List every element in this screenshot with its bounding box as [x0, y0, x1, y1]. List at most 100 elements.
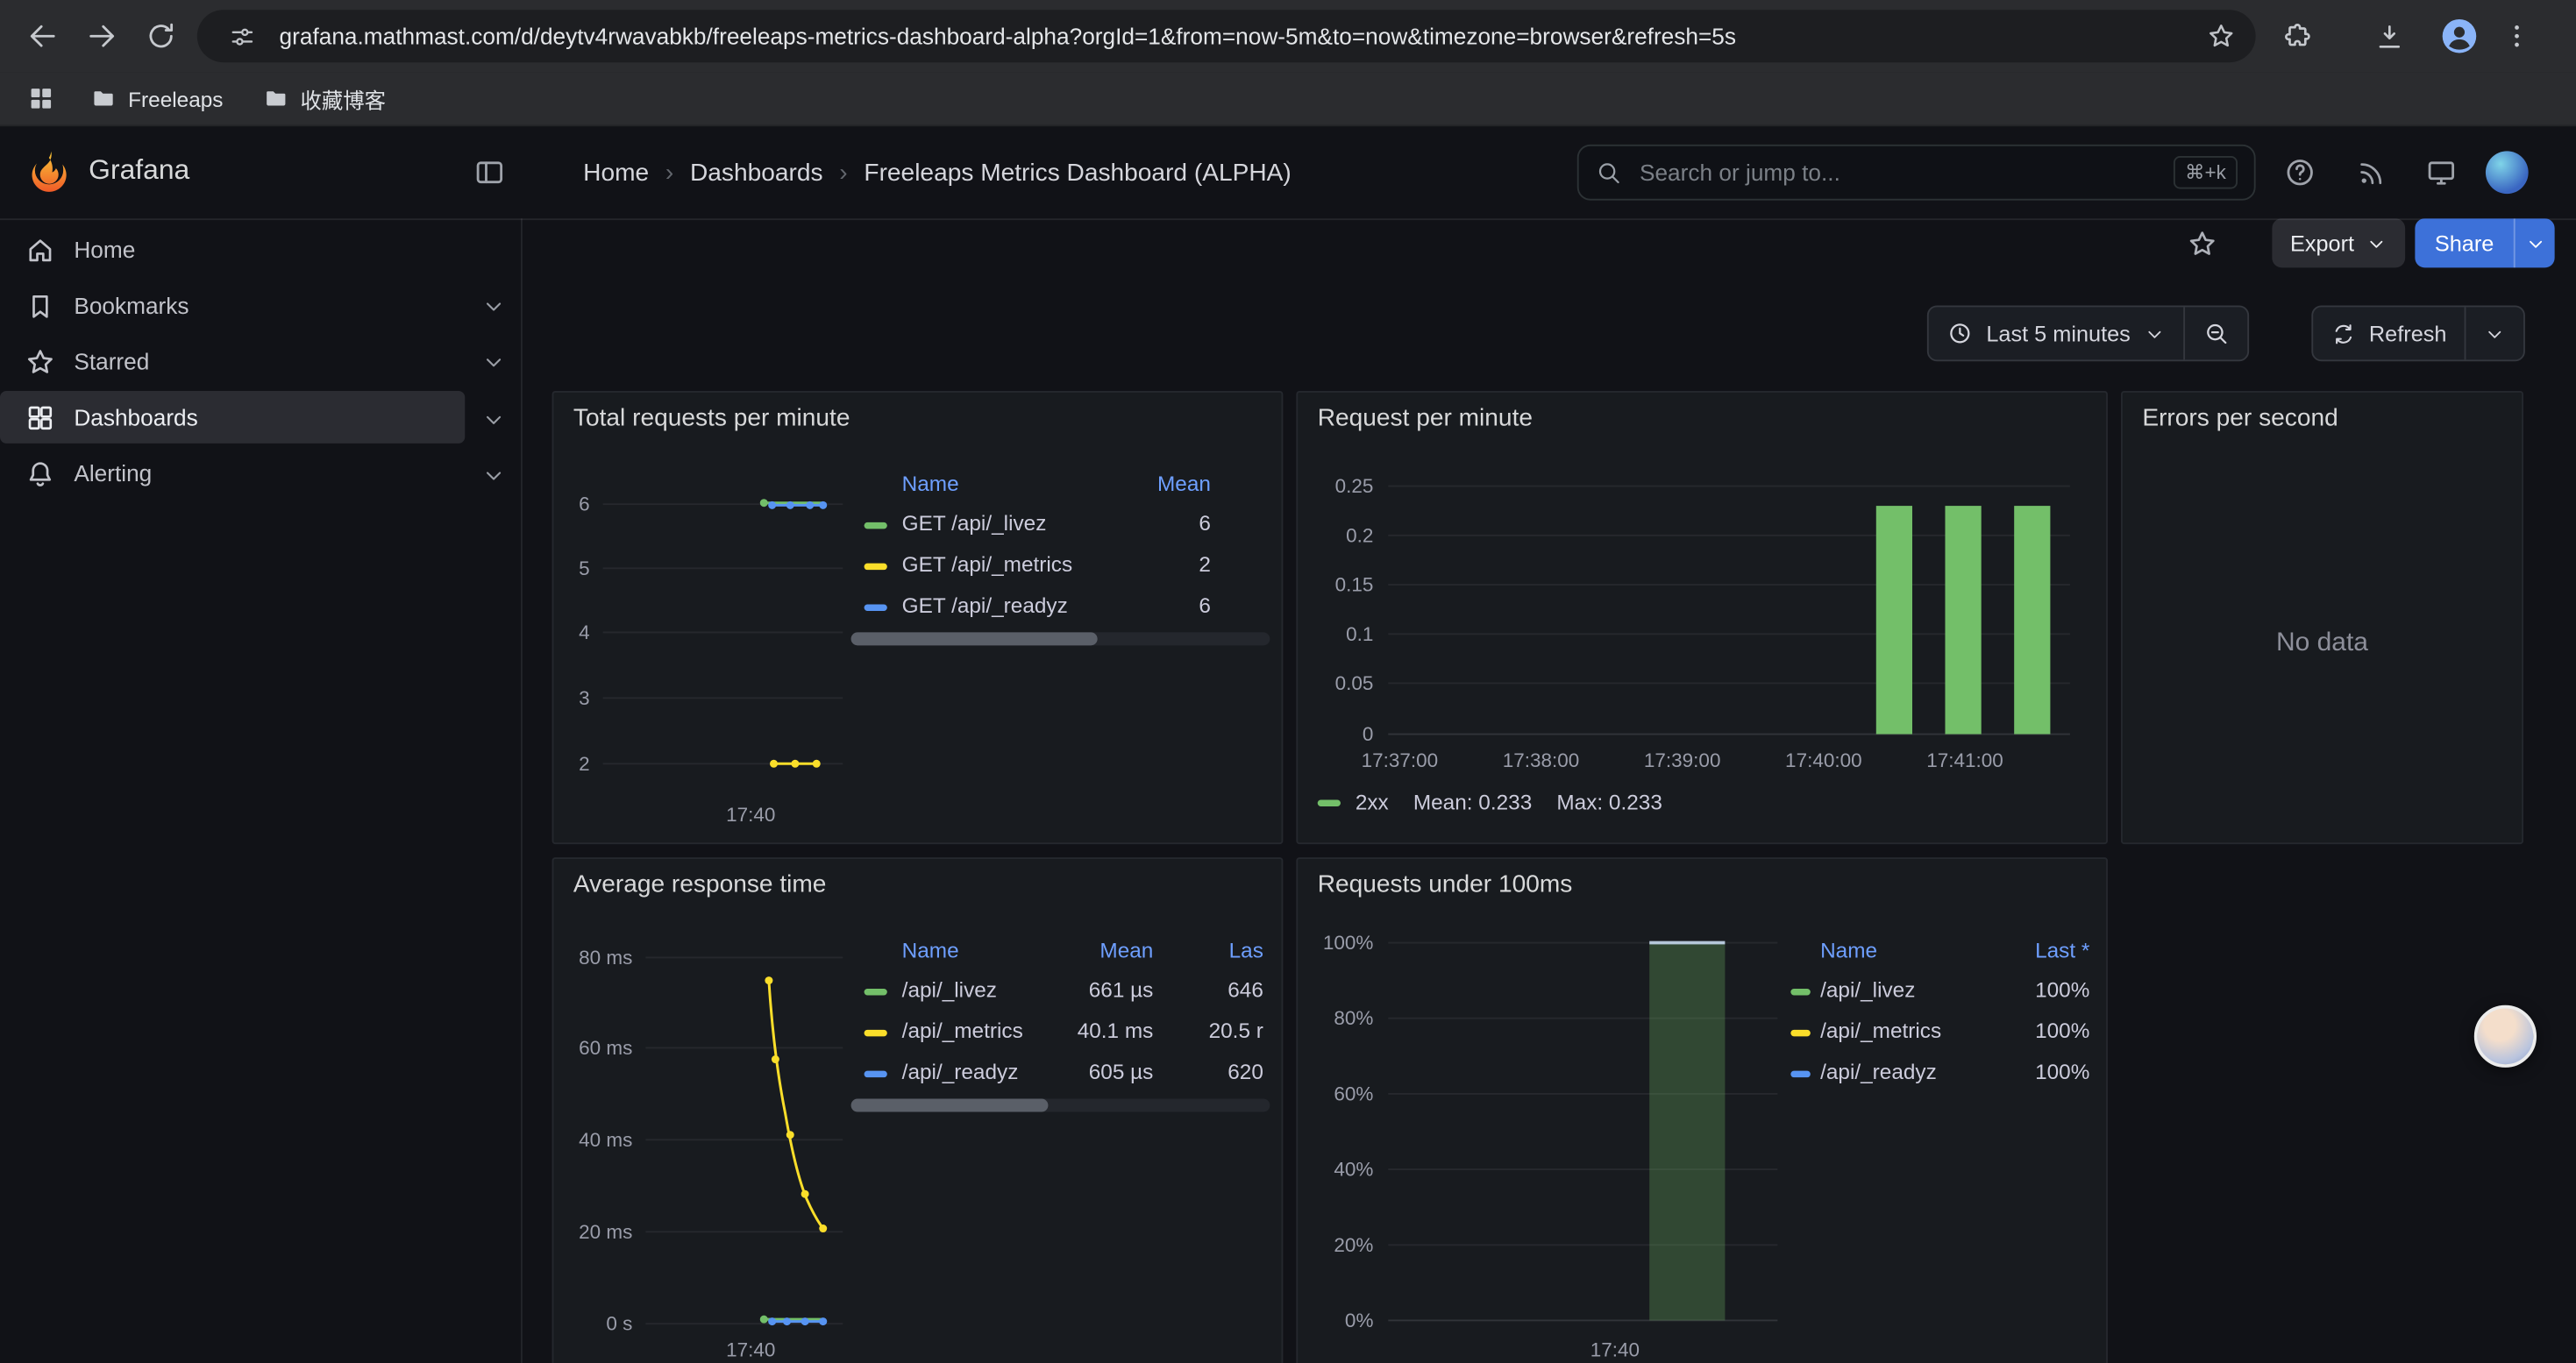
search-input[interactable] — [1636, 158, 2159, 188]
refresh-group: Refresh — [2311, 306, 2525, 362]
dashboards-grid-icon — [25, 401, 56, 433]
panel-errors-per-second: Errors per second No data — [2121, 391, 2523, 844]
series-swatch[interactable] — [865, 989, 887, 995]
series-swatch[interactable] — [1790, 1030, 1810, 1036]
back-button[interactable] — [13, 6, 72, 65]
refresh-button[interactable]: Refresh — [2313, 307, 2465, 359]
share-label: Share — [2435, 231, 2494, 255]
series-name[interactable]: 2xx — [1356, 790, 1389, 814]
breadcrumb-separator: › — [839, 159, 847, 187]
grafana-app: Grafana Home › Dashboards › Freeleaps Me… — [0, 126, 2576, 1363]
bookmark-icon — [25, 290, 56, 322]
chevron-down-icon[interactable] — [473, 399, 513, 438]
panel-title[interactable]: Errors per second — [2142, 404, 2338, 432]
panel-total-requests: Total requests per minute 6 5 4 3 2 17:4… — [552, 391, 1284, 844]
bookmarks-bar: Freeleaps 收藏博客 — [0, 72, 2576, 126]
bar-chart[interactable] — [1298, 393, 2110, 846]
export-label: Export — [2290, 231, 2354, 255]
series-name[interactable]: GET /api/_readyz — [902, 593, 1068, 617]
series-name[interactable]: GET /api/_metrics — [902, 552, 1072, 577]
sidebar-item-label: Starred — [74, 348, 149, 374]
search-box[interactable]: ⌘+k — [1577, 145, 2256, 201]
sidebar-toggle-icon[interactable] — [463, 146, 516, 199]
downloads-icon[interactable] — [2364, 11, 2413, 60]
chevron-down-icon[interactable] — [473, 342, 513, 381]
series-swatch[interactable] — [1318, 799, 1341, 806]
series-mean: 40.1 ms — [1055, 1019, 1153, 1043]
screen: Freeleaps 收藏博客 Grafana Home › Dashboards… — [0, 0, 2576, 1363]
export-button[interactable]: Export — [2272, 218, 2405, 267]
series-name[interactable]: /api/_readyz — [1820, 1060, 1937, 1084]
bookmark-folder-freeleaps[interactable]: Freeleaps — [75, 79, 238, 118]
breadcrumb-dashboards[interactable]: Dashboards — [690, 159, 823, 187]
sidebar-item-label: Home — [74, 237, 135, 263]
series-name[interactable]: /api/_metrics — [1820, 1019, 1941, 1043]
refresh-interval-chevron[interactable] — [2465, 307, 2523, 359]
zoom-out-icon — [2202, 320, 2229, 346]
help-icon[interactable] — [2274, 146, 2326, 199]
legend-header-last[interactable]: Las — [1229, 938, 1263, 962]
time-range-picker[interactable]: Last 5 minutes — [1929, 307, 2183, 359]
user-avatar[interactable] — [2486, 151, 2529, 194]
browser-menu-kebab-icon[interactable] — [2492, 11, 2541, 60]
series-name[interactable]: /api/_readyz — [902, 1060, 1019, 1084]
legend-header-name[interactable]: Name — [1820, 938, 1877, 962]
series-swatch[interactable] — [865, 564, 887, 570]
legend-scrollbar[interactable] — [851, 1099, 1270, 1112]
series-mean: 661 µs — [1055, 977, 1153, 1002]
sidebar-item-alerting[interactable]: Alerting — [0, 447, 465, 500]
series-swatch[interactable] — [865, 605, 887, 611]
search-icon — [1595, 160, 1621, 186]
sidebar-item-dashboards[interactable]: Dashboards — [0, 391, 465, 444]
breadcrumb-home[interactable]: Home — [583, 159, 649, 187]
series-swatch[interactable] — [1790, 1071, 1810, 1077]
apps-grid-icon[interactable] — [17, 74, 66, 123]
series-name[interactable]: /api/_metrics — [902, 1019, 1023, 1043]
browser-profile-avatar[interactable] — [2435, 11, 2484, 60]
search-shortcut-hint: ⌘+k — [2174, 156, 2238, 188]
series-name[interactable]: /api/_livez — [902, 977, 997, 1002]
legend-scrollbar[interactable] — [851, 632, 1270, 645]
series-name[interactable]: GET /api/_livez — [902, 511, 1047, 536]
panel-request-per-minute: Request per minute 0.25 0.2 0.15 0.1 0.0… — [1296, 391, 2108, 844]
series-max: Max: 0.233 — [1556, 790, 1662, 814]
chevron-down-icon[interactable] — [473, 455, 513, 494]
sidebar-item-starred[interactable]: Starred — [0, 335, 465, 387]
sidebar-item-bookmarks[interactable]: Bookmarks — [0, 280, 465, 332]
legend-header-last[interactable]: Last * — [2035, 938, 2089, 962]
legend-header-name[interactable]: Name — [902, 472, 959, 496]
forward-button[interactable] — [72, 6, 131, 65]
bookmark-star-icon[interactable] — [2200, 15, 2243, 58]
share-button[interactable]: Share — [2415, 218, 2513, 267]
series-mean: 6 — [1096, 511, 1211, 536]
monitor-icon[interactable] — [2415, 146, 2467, 199]
sidebar-item-label: Bookmarks — [74, 293, 189, 319]
favorite-star-icon[interactable] — [2177, 218, 2226, 267]
series-mean: 2 — [1096, 552, 1211, 577]
zoom-out-time-button[interactable] — [2183, 307, 2247, 359]
bookmark-folder-blogs[interactable]: 收藏博客 — [248, 79, 401, 118]
sidebar-item-home[interactable]: Home — [0, 224, 465, 276]
address-bar[interactable] — [197, 10, 2256, 62]
legend-header-mean[interactable]: Mean — [1099, 938, 1153, 962]
clock-icon — [1946, 320, 1973, 346]
series-swatch[interactable] — [865, 1071, 887, 1077]
series-swatch[interactable] — [1790, 989, 1810, 995]
legend-header-mean[interactable]: Mean — [1157, 472, 1211, 496]
extensions-icon[interactable] — [2272, 11, 2321, 60]
chevron-down-icon[interactable] — [473, 286, 513, 325]
series-swatch[interactable] — [865, 522, 887, 529]
reload-button[interactable] — [132, 6, 190, 65]
grafana-logo[interactable] — [26, 148, 72, 194]
series-swatch[interactable] — [865, 1030, 887, 1036]
site-info-icon[interactable] — [220, 15, 263, 58]
grafana-brand[interactable]: Grafana — [89, 154, 189, 187]
legend-header-name[interactable]: Name — [902, 938, 959, 962]
assistant-widget-avatar[interactable] — [2474, 1005, 2537, 1068]
series-name[interactable]: /api/_livez — [1820, 977, 1915, 1002]
url-bar-input[interactable] — [280, 23, 2184, 49]
chevron-down-icon — [2485, 323, 2506, 344]
share-menu-chevron-icon[interactable] — [2514, 218, 2555, 267]
chevron-down-icon — [2366, 232, 2387, 253]
news-rss-icon[interactable] — [2345, 146, 2397, 199]
